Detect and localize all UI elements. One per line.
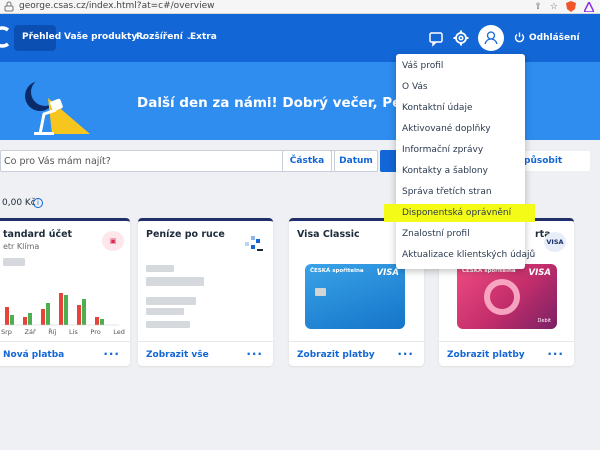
divider — [138, 341, 273, 342]
visa-logo: VISA — [376, 268, 399, 278]
rewards-icon[interactable] — [584, 1, 594, 12]
nav-products[interactable]: Vaše produkty ⌄ — [64, 32, 146, 42]
menu-item-about-you[interactable]: O Vás — [402, 82, 428, 92]
brave-shield-icon[interactable] — [566, 1, 576, 12]
menu-item-disponent-rights[interactable]: Disponentská oprávnění — [402, 208, 511, 218]
chart-month: Pro — [90, 328, 101, 336]
more-options-button[interactable]: ··· — [547, 347, 564, 361]
user-icon — [484, 31, 498, 45]
cash-icon: ▣ — [102, 231, 124, 251]
new-payment-link[interactable]: Nová platba — [3, 350, 64, 360]
card-type: Debit — [537, 318, 551, 324]
account-card[interactable]: tandard účet etr Klíma ▣ Srp Zář Říj Lis… — [0, 218, 130, 366]
chat-icon[interactable] — [426, 28, 446, 48]
menu-item-activated-addons[interactable]: Aktivované doplňky — [402, 124, 491, 134]
card-ring-icon — [484, 279, 520, 315]
chart-month: Zář — [24, 328, 36, 336]
card-title: Peníze po ruce — [146, 229, 225, 240]
menu-item-profile[interactable]: Váš profil — [402, 61, 443, 71]
chart-month: Lis — [68, 328, 78, 336]
divider — [0, 341, 130, 342]
action-button[interactable]: působit — [518, 151, 590, 171]
address-bar[interactable]: george.csas.cz/index.html?at=c#/overview — [19, 1, 214, 11]
blurred-value — [146, 321, 190, 328]
search-placeholder: Co pro Vás mám najít? — [4, 156, 111, 167]
show-payments-link[interactable]: Zobrazit platby — [447, 350, 525, 360]
blurred-value — [146, 308, 184, 315]
blurred-value — [146, 265, 174, 272]
chart-month: Srp — [1, 328, 12, 336]
browser-toolbar: george.csas.cz/index.html?at=c#/overview… — [0, 0, 600, 14]
card-title: Visa Classic — [297, 229, 360, 240]
date-filter-button[interactable]: Datum — [334, 150, 378, 172]
desk-lamp-illustration — [25, 78, 90, 135]
cashflow-chart — [1, 293, 119, 326]
menu-item-contacts-templates[interactable]: Kontakty a šablony — [402, 166, 488, 176]
money-on-hand-card[interactable]: Peníze po ruce Zobrazit vše ··· — [138, 218, 273, 366]
more-options-button[interactable]: ··· — [103, 347, 120, 361]
more-options-button[interactable]: ··· — [246, 347, 263, 361]
share-icon[interactable]: ⇪ — [534, 2, 542, 12]
blurred-value — [3, 258, 25, 266]
menu-item-contact-details[interactable]: Kontaktní údaje — [402, 103, 472, 113]
logout-button[interactable]: Odhlášení — [514, 32, 580, 43]
more-options-button[interactable]: ··· — [397, 347, 414, 361]
nav-overview[interactable]: Přehled — [22, 32, 61, 42]
site-info-icon[interactable] — [4, 1, 14, 12]
blurred-value — [146, 297, 196, 305]
greeting-text: Další den za námi! Dobrý večer, Petře. — [137, 95, 429, 111]
amount-filter-button[interactable]: Částka — [282, 150, 332, 172]
chart-month: Říj — [48, 328, 57, 336]
menu-item-third-parties[interactable]: Správa třetích stran — [402, 187, 492, 197]
blurred-value — [146, 277, 204, 286]
card-owner: etr Klíma — [3, 242, 40, 251]
nav-extra[interactable]: Extra — [190, 32, 217, 42]
chart-month: Led — [113, 328, 125, 336]
menu-item-update-client-data[interactable]: Aktualizace klientských údajů — [402, 250, 535, 260]
avatar[interactable] — [478, 25, 504, 51]
menu-item-info-messages[interactable]: Informační zprávy — [402, 145, 483, 155]
debit-card-image: ČESKÁ spořitelna VISA Debit — [457, 264, 557, 329]
visa-logo: VISA — [528, 268, 551, 278]
info-icon[interactable]: i — [33, 198, 43, 208]
visa-card-image: ČESKÁ spořitelna VISA — [305, 264, 405, 329]
total-balance: 0,00 Kč — [2, 198, 36, 208]
visa-badge: VISA — [544, 232, 566, 252]
divider — [289, 341, 424, 342]
power-icon — [514, 32, 525, 43]
chart-bars — [5, 293, 104, 325]
card-title: tandard účet — [3, 229, 73, 240]
card-chip-icon — [315, 288, 326, 296]
divider — [439, 341, 574, 342]
nav-extensions[interactable]: Rozšíření ⌄ — [136, 32, 192, 42]
logout-label: Odhlášení — [529, 32, 580, 43]
bank-brand: ČESKÁ spořitelna — [310, 268, 364, 274]
dots-logo-icon — [245, 236, 263, 251]
bookmark-icon[interactable]: ☆ — [550, 2, 558, 12]
gear-icon[interactable] — [451, 28, 471, 48]
menu-item-knowledge-profile[interactable]: Znalostní profil — [402, 229, 470, 239]
show-all-link[interactable]: Zobrazit vše — [146, 350, 209, 360]
show-payments-link[interactable]: Zobrazit platby — [297, 350, 375, 360]
